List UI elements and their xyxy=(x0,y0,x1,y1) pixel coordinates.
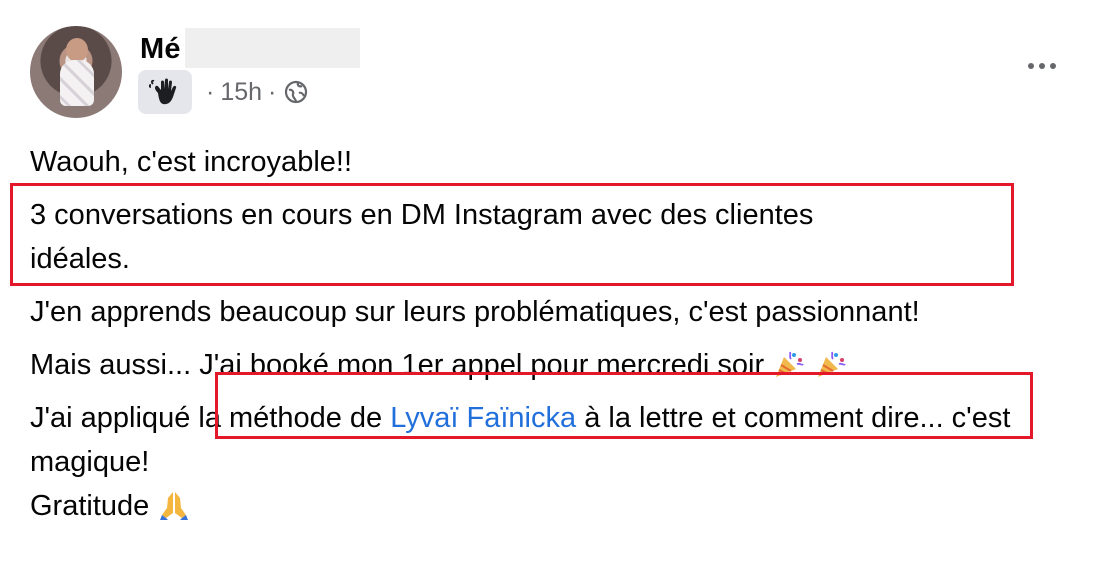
post-paragraph-4: Mais aussi... J'ai booké mon 1er appel p… xyxy=(30,343,1070,387)
author-header: Mé xyxy=(140,28,360,68)
raised-hand-icon[interactable] xyxy=(138,70,192,114)
facebook-post: Mé · 15h · Waouh, c'est incroyable!! 3 c… xyxy=(0,0,1096,586)
post-paragraph-4-main: J'ai booké mon 1er appel pour mercredi s… xyxy=(199,349,765,381)
post-paragraph-5-before: J'ai appliqué la méthode de xyxy=(30,402,391,434)
author-name[interactable]: Mé xyxy=(140,32,181,66)
globe-icon[interactable] xyxy=(284,80,308,104)
meta-separator-2: · xyxy=(268,78,277,106)
avatar-figure xyxy=(60,60,94,106)
post-paragraph-2-line-1: 3 conversations en cours en DM Instagram… xyxy=(30,199,814,231)
post-paragraph-1: Waouh, c'est incroyable!! xyxy=(30,146,353,178)
more-horizontal-icon-dot xyxy=(1039,63,1045,69)
more-horizontal-icon-dot xyxy=(1028,63,1034,69)
post-paragraph-4-prefix: Mais aussi... xyxy=(30,349,192,381)
avatar-head xyxy=(66,38,88,62)
post-paragraph-3: J'en apprends beaucoup sur leurs problém… xyxy=(30,296,920,328)
post-paragraph-6-text: Gratitude xyxy=(30,490,150,522)
post-time[interactable]: 15h xyxy=(220,77,262,107)
folded-hands-icon xyxy=(157,488,191,522)
more-horizontal-icon-dot xyxy=(1050,63,1056,69)
party-popper-icon-2 xyxy=(814,347,848,381)
post-paragraph-5: J'ai appliqué la méthode de Lyvaï Faïnic… xyxy=(30,396,1030,484)
meta-separator: · xyxy=(206,78,215,106)
post-paragraph-2-line-2: idéales. xyxy=(30,243,130,275)
author-avatar[interactable] xyxy=(30,26,122,118)
post-paragraph-6: Gratitude xyxy=(30,484,1070,528)
party-popper-icon xyxy=(772,347,806,381)
post-paragraph-2: 3 conversations en cours en DM Instagram… xyxy=(30,193,1070,281)
post-body: Waouh, c'est incroyable!! 3 conversation… xyxy=(30,140,1070,528)
more-options-button[interactable] xyxy=(1022,52,1062,80)
mentioned-user-link[interactable]: Lyvaï Faïnicka xyxy=(390,402,576,434)
redacted-name-area xyxy=(184,28,360,68)
post-meta: · 15h · xyxy=(138,70,308,114)
